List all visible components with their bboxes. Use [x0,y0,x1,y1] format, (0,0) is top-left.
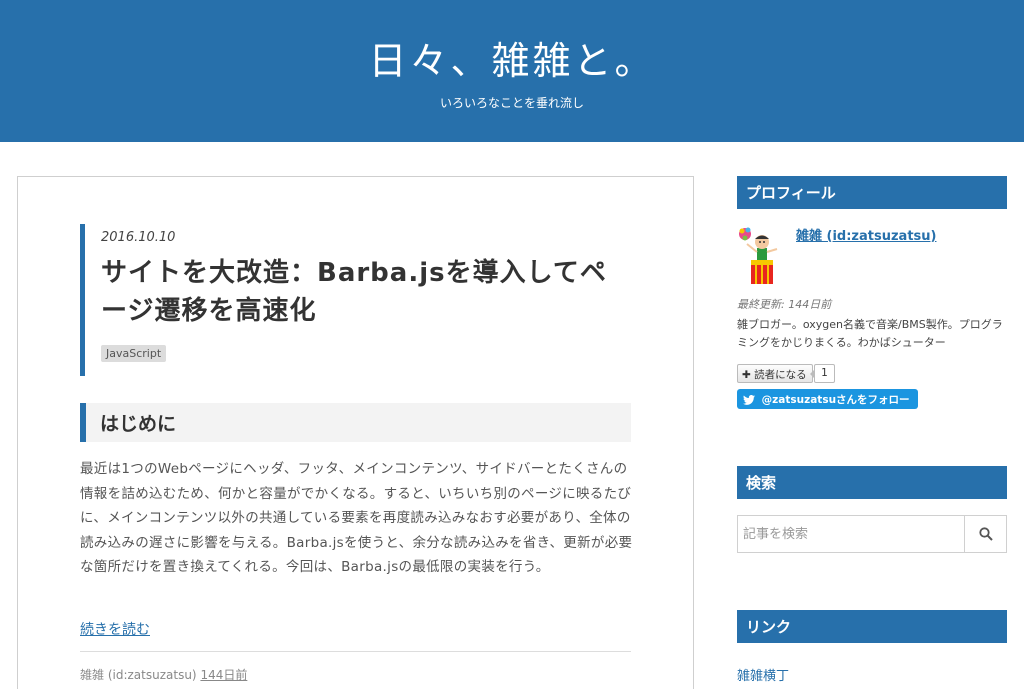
entry-title[interactable]: サイトを大改造：Barba.jsを導入してページ遷移を高速化 [101,254,631,330]
search-input[interactable] [738,516,964,552]
entry-footer: 雑雑 (id:zatsuzatsu) 144日前 [80,666,247,683]
divider [80,651,631,652]
search-heading: 検索 [737,466,1007,499]
subscribe-button-label: 読者になる [754,369,807,381]
profile-name-link[interactable]: 雑雑 (id:zatsuzatsu) [796,225,936,244]
twitter-follow-label: @zatsuzatsuさんをフォロー [761,394,910,406]
subscribe-button[interactable]: ✚ 読者になる [737,364,813,383]
entry-body: 最近は1つのWebページにヘッダ、フッタ、メインコンテンツ、サイドバーとたくさん… [80,461,633,575]
subscriber-count: 1 [810,364,835,383]
search-icon [979,527,993,541]
section-heading-text: はじめに [100,413,177,435]
search-button[interactable] [964,516,1006,552]
profile-heading: プロフィール [737,176,1007,209]
category-tag[interactable]: JavaScript [101,345,167,362]
link-item[interactable]: 雑雑横丁 [737,665,789,684]
profile-description: 雑ブロガー。oxygen名義で音楽/BMS製作。プログラミングをかじりまくる。わ… [737,318,1003,349]
twitter-follow-button[interactable]: @zatsuzatsuさんをフォロー [737,389,918,409]
entry-time-link[interactable]: 144日前 [200,668,247,682]
entry-card: 2016.10.10 サイトを大改造：Barba.jsを導入してページ遷移を高速… [17,176,694,689]
search-form [737,515,1007,553]
avatar[interactable] [737,222,785,286]
links-heading: リンク [737,610,1007,643]
read-more-link[interactable]: 続きを読む [80,619,150,639]
twitter-bird-icon [743,395,755,405]
plus-icon: ✚ [742,369,751,381]
site-description: いろいろなことを垂れ流し [439,96,584,110]
entry-date[interactable]: 2016.10.10 [101,230,175,245]
avatar-image [739,227,778,284]
site-title[interactable]: 日々、雑雑と。 [0,30,1024,85]
entry-header: 2016.10.10 サイトを大改造：Barba.jsを導入してページ遷移を高速… [80,224,631,376]
entry-author: 雑雑 (id:zatsuzatsu) [80,668,197,682]
section-heading: はじめに [80,403,631,442]
site-header: 日々、雑雑と。 いろいろなことを垂れ流し [0,0,1024,142]
profile-updated: 最終更新: 144日前 [737,298,832,311]
